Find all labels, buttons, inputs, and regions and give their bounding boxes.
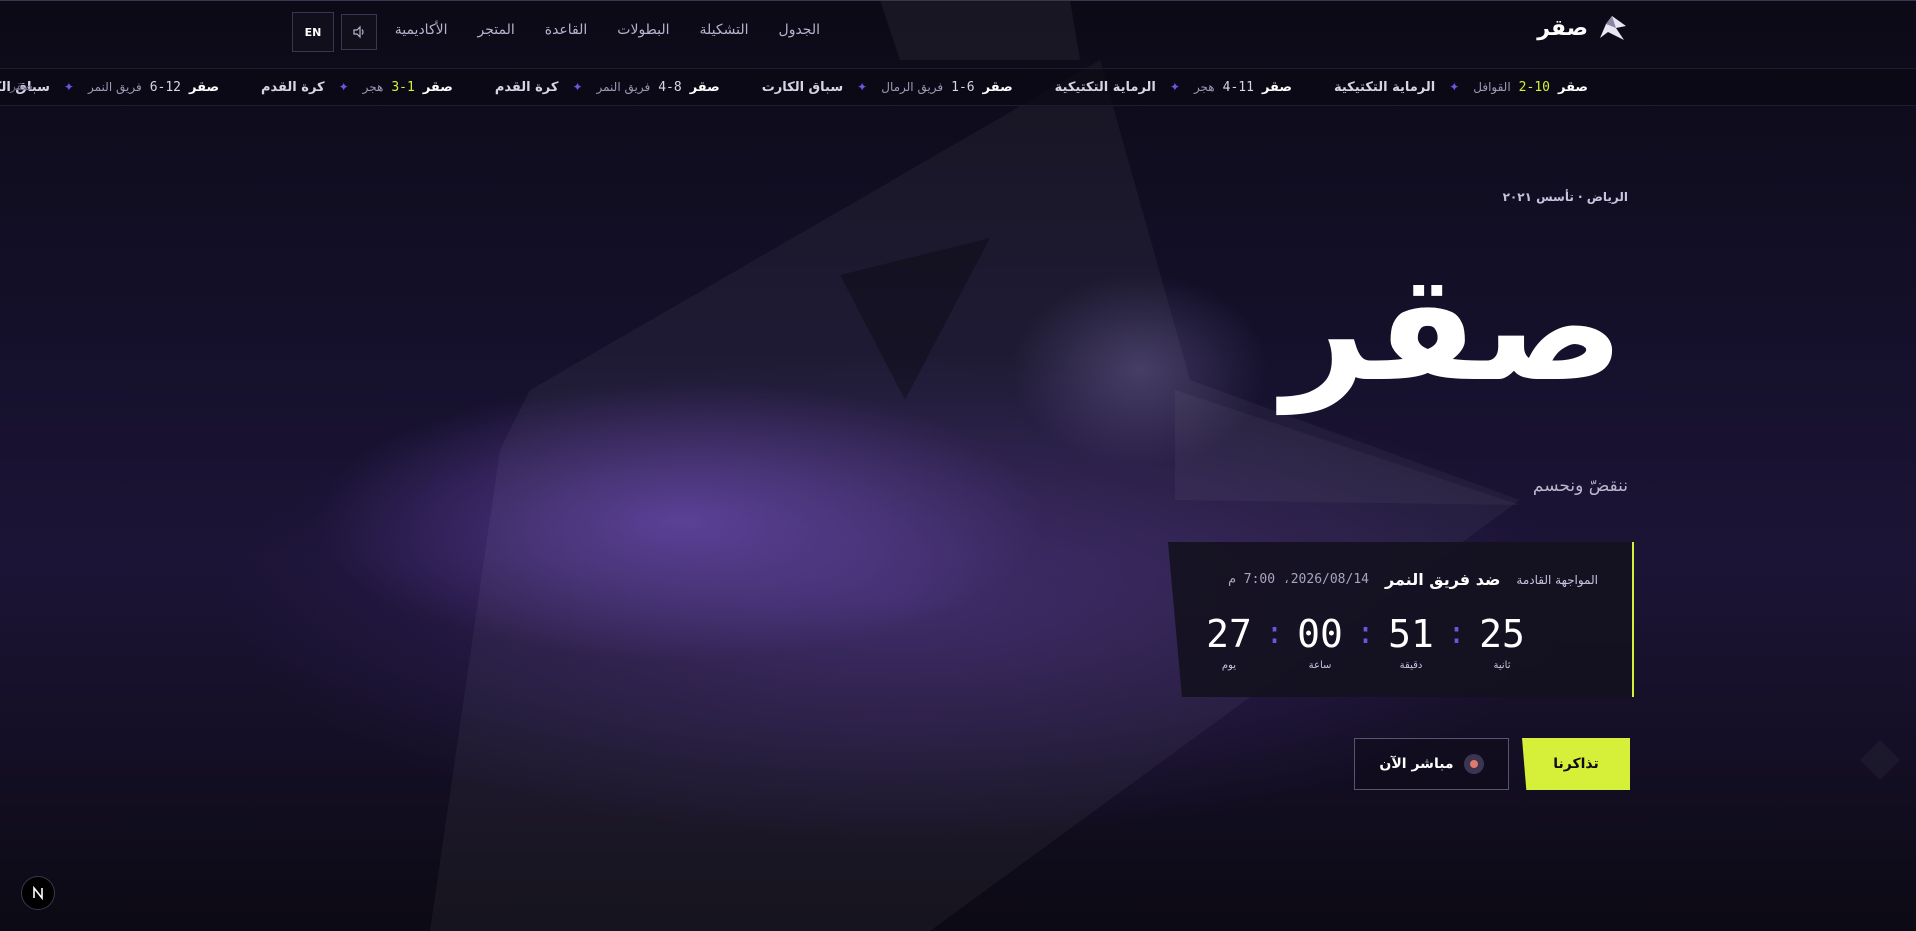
live-now-label: مباشر الآن — [1379, 756, 1454, 772]
star-icon: ✦ — [857, 80, 868, 94]
countdown-separator: : — [1356, 616, 1375, 651]
top-navigation: صقر الجدول التشكيلة البطولات القاعدة الم… — [0, 0, 1916, 64]
hero-eyebrow: الرياض · تأسس ٢٠٢١ — [1502, 190, 1628, 204]
countdown-unit: يوم — [1221, 660, 1237, 671]
brand-name: صقر — [1537, 15, 1588, 41]
next-match-card: المواجهة القادمة ضد فريق النمر 2026/08/1… — [1168, 542, 1634, 697]
main-menu: الجدول التشكيلة البطولات القاعدة المتجر … — [395, 22, 820, 38]
countdown-separator: : — [1265, 616, 1284, 651]
ticker-opponent: فريق الرمال — [881, 80, 944, 94]
ticker-game: كرة القدم — [494, 79, 559, 95]
ticker-score: 4-11 — [1222, 79, 1254, 95]
n-logo-icon — [33, 886, 43, 900]
match-label: المواجهة القادمة — [1516, 572, 1598, 587]
language-toggle-button[interactable]: EN — [292, 12, 334, 52]
ticker-team: صقر — [1261, 79, 1292, 95]
nav-link-schedule[interactable]: الجدول — [779, 22, 820, 38]
nav-link-store[interactable]: المتجر — [477, 22, 514, 38]
nav-link-academy[interactable]: الأكاديمية — [395, 22, 448, 38]
ticker-game: الرماية التكتيكية — [1333, 79, 1436, 95]
ticker-track: صقر 2-10 القوافل ✦ الرماية التكتيكية صقر… — [0, 69, 1596, 105]
ticker-item: صقر 1-6 فريق الرمال ✦ سباق الكارت — [762, 80, 1021, 95]
countdown-value: 51 — [1388, 612, 1434, 656]
ticker-opponent: فريق النمر — [596, 80, 651, 94]
countdown-days: 27 يوم — [1200, 612, 1258, 671]
countdown-value: 25 — [1479, 612, 1525, 656]
ticker-tail-team: صقر — [10, 79, 33, 93]
ticker-item: صقر 3-1 هجر ✦ كرة القدم — [261, 80, 461, 95]
live-indicator-icon — [1463, 754, 1484, 774]
ticker-team: صقر — [189, 79, 220, 95]
countdown-timer: 27 يوم : 00 ساعة : 51 دقيقة : 25 ثانية — [1200, 612, 1531, 671]
countdown-unit: ساعة — [1308, 660, 1332, 671]
ticker-game: كرة القدم — [261, 79, 325, 95]
brand-logo[interactable]: صقر — [1537, 14, 1628, 42]
ticker-opponent: هجر — [362, 80, 384, 94]
ticker-game: الرماية التكتيكية — [1054, 79, 1156, 95]
live-now-button[interactable]: مباشر الآن — [1354, 738, 1509, 790]
star-icon: ✦ — [572, 80, 583, 94]
countdown-unit: ثانية — [1493, 660, 1511, 671]
ticker-score: 3-1 — [391, 79, 415, 95]
countdown-separator: : — [1447, 616, 1466, 651]
ticker-score: 2-10 — [1518, 79, 1550, 95]
match-opponent: ضد فريق النمر — [1385, 570, 1501, 589]
star-icon: ✦ — [1169, 80, 1180, 94]
ticker-item: صقر 6-12 فريق النمر ✦ سباق الكارت — [0, 80, 227, 95]
ticker-game: سباق الكارت — [761, 79, 844, 95]
ticker-opponent: فريق النمر — [87, 80, 142, 94]
sound-toggle-button[interactable] — [341, 14, 377, 50]
nav-link-tournaments[interactable]: البطولات — [617, 22, 669, 38]
hero-tagline: ننقضّ ونحسم — [1532, 476, 1628, 496]
countdown-minutes: 51 دقيقة — [1382, 612, 1440, 671]
dev-badge-icon[interactable] — [21, 876, 55, 910]
star-icon: ✦ — [1449, 80, 1460, 94]
ticker-team: صقر — [1557, 79, 1588, 95]
countdown-seconds: 25 ثانية — [1473, 612, 1531, 671]
star-icon: ✦ — [63, 80, 74, 94]
ticker-score: 4-8 — [658, 79, 682, 95]
results-ticker: صقر 2-10 القوافل ✦ الرماية التكتيكية صقر… — [0, 68, 1916, 106]
ticker-team: صقر — [422, 79, 453, 95]
ticker-score: 6-12 — [149, 79, 181, 95]
falcon-logo-icon — [1600, 16, 1626, 40]
ticker-score: 1-6 — [951, 79, 975, 95]
ticker-team: صقر — [689, 79, 720, 95]
ticker-item: صقر 4-8 فريق النمر ✦ كرة القدم — [495, 80, 728, 95]
nav-link-roster[interactable]: التشكيلة — [700, 22, 749, 38]
nav-link-base[interactable]: القاعدة — [545, 22, 588, 38]
countdown-hours: 00 ساعة — [1291, 612, 1349, 671]
hero-title: صقر — [1282, 242, 1626, 414]
speaker-icon — [353, 25, 364, 39]
ticker-item: صقر 4-11 هجر ✦ الرماية التكتيكية — [1055, 80, 1300, 95]
countdown-value: 00 — [1297, 612, 1343, 656]
star-icon: ✦ — [338, 80, 349, 94]
ticker-opponent: القوافل — [1473, 80, 1511, 94]
decorative-shards — [430, 0, 1900, 931]
tickets-button[interactable]: تذاكرنا — [1522, 738, 1630, 790]
countdown-value: 27 — [1206, 612, 1252, 656]
match-datetime: 2026/08/14، 7:00 م — [1228, 572, 1369, 587]
ticker-item: صقر 2-10 القوافل ✦ الرماية التكتيكية — [1334, 80, 1596, 95]
ticker-team: صقر — [982, 79, 1013, 95]
countdown-unit: دقيقة — [1399, 660, 1423, 671]
match-header: المواجهة القادمة ضد فريق النمر 2026/08/1… — [1228, 570, 1598, 589]
ticker-opponent: هجر — [1193, 80, 1215, 94]
